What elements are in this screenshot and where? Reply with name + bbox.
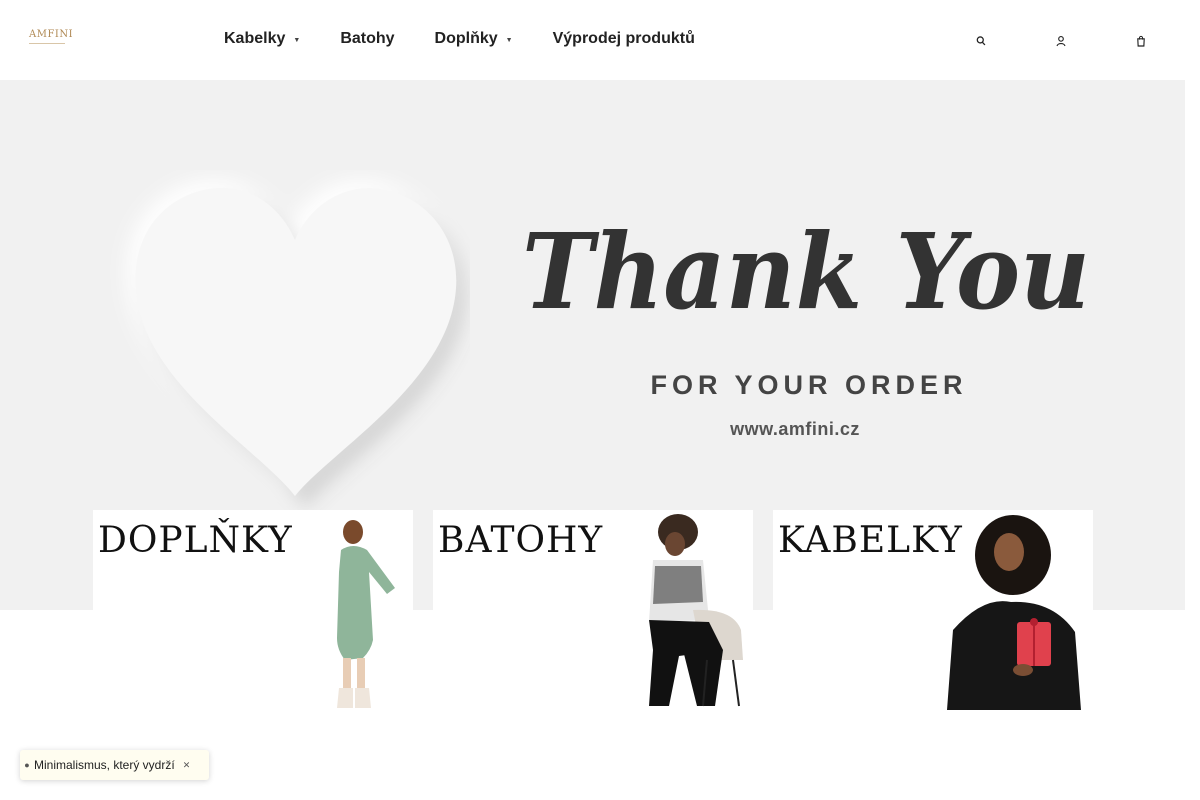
category-photo [337,520,395,708]
hero-headline: Thank You [522,210,1090,333]
hero-url: www.amfini.cz [730,419,860,439]
nav-item-kabelky[interactable]: Kabelky ▼ [224,30,300,48]
nav-item-batohy[interactable]: Batohy [340,30,394,48]
chevron-down-icon: ▼ [505,37,513,44]
nav-item-label: Kabelky [224,30,286,47]
nav-item-vyprodej[interactable]: Výprodej produktů [553,30,695,48]
nav-item-label: Výprodej produktů [552,30,695,47]
nav-item-label: Doplňky [434,30,498,47]
hero-subtitle: FOR YOUR ORDER [650,370,968,400]
category-card-batohy[interactable]: BATOHY [433,510,753,710]
promo-text: Minimalismus, který vydrží [34,758,175,772]
nav-item-label: Batohy [340,30,395,47]
search-icon[interactable] [976,33,986,49]
category-photo [649,514,743,707]
info-icon: ● [24,760,30,770]
user-icon[interactable] [1056,33,1066,49]
cart-icon[interactable] [1136,33,1146,49]
nav-item-doplnky[interactable]: Doplňky ▼ [435,30,513,48]
category-title: DOPLŇKY [98,520,293,561]
chevron-down-icon: ▼ [293,37,301,44]
category-card-doplnky[interactable]: DOPLŇKY [93,510,413,710]
category-card-kabelky[interactable]: KABELKY [773,510,1093,710]
main-nav: Kabelky ▼ Batohy Doplňky ▼ Výprodej prod… [224,30,735,48]
category-title: BATOHY [438,520,604,561]
brand-logo[interactable]: AMFINI [29,29,74,46]
hero-headline-text: Thank You [522,210,1090,333]
close-icon[interactable]: ✕ [183,760,191,771]
promo-bar[interactable]: ● Minimalismus, který vydrží ✕ [20,750,209,780]
category-photo [947,515,1081,710]
logo-text: AMFINI [29,29,74,40]
heart-graphic [135,187,457,496]
logo-underline [29,43,65,44]
site-header: AMFINI Kabelky ▼ Batohy Doplňky ▼ Výprod… [0,0,1185,80]
